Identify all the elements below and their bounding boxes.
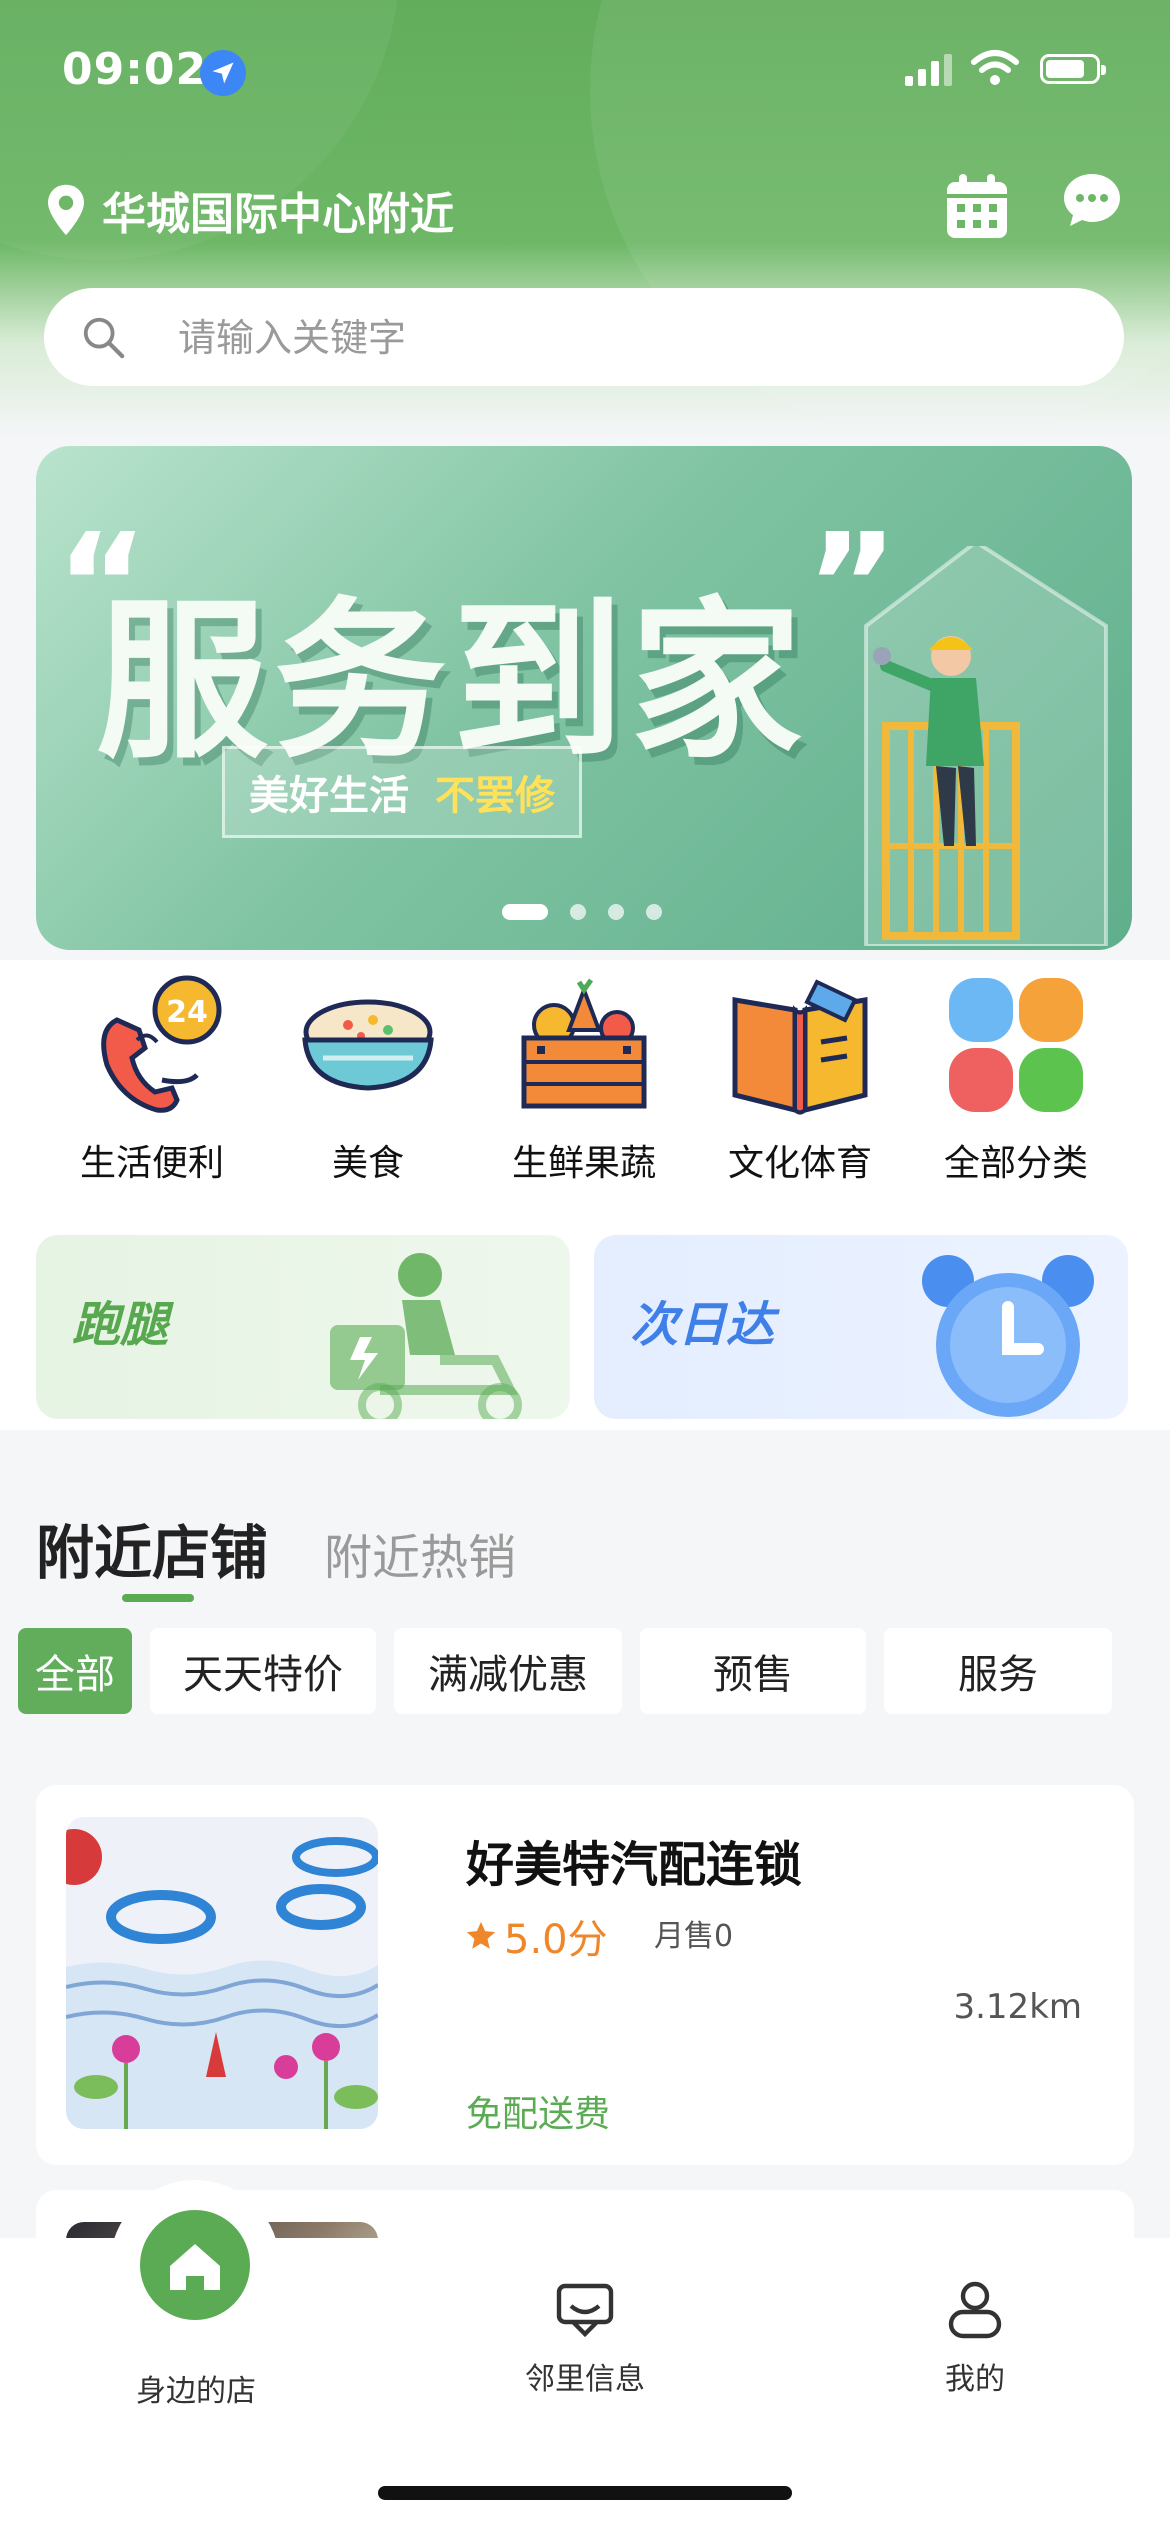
grid-icon: [941, 970, 1091, 1120]
category-life-convenience[interactable]: 24 生活便利: [44, 970, 260, 1186]
category-grid: 24 生活便利 美食 生鲜果蔬 文化体育 全部分类: [0, 960, 1170, 1200]
banner-dot[interactable]: [570, 904, 586, 920]
nav-label: 身边的店: [136, 2374, 256, 2409]
category-label: 生鲜果蔬: [511, 1143, 656, 1184]
chat-bubble-icon[interactable]: [1062, 170, 1122, 234]
svg-text:24: 24: [166, 995, 208, 1030]
banner-pagination: [502, 904, 662, 920]
banner-dot[interactable]: [646, 904, 662, 920]
wifi-icon: [970, 48, 1020, 92]
banner-tag: 美好生活 不罢修: [222, 746, 582, 838]
next-day-delivery-card[interactable]: 次日达: [594, 1235, 1128, 1419]
user-icon: [948, 2281, 1002, 2339]
cellular-signal-icon: [905, 52, 957, 92]
search-bar[interactable]: [44, 288, 1124, 386]
star-icon: [466, 1921, 496, 1949]
alarm-clock-icon: [922, 1255, 1094, 1417]
category-fresh-produce[interactable]: 生鲜果蔬: [476, 970, 692, 1186]
battery-icon: [1040, 54, 1106, 84]
repair-worker-house-illustration: [864, 546, 1108, 946]
vegetable-crate-icon: [509, 970, 659, 1120]
category-all[interactable]: 全部分类: [908, 970, 1124, 1186]
status-bar: 09:02: [0, 0, 1170, 140]
search-icon: [80, 314, 126, 364]
active-tab-indicator: [122, 1594, 194, 1602]
location-services-icon: [200, 50, 246, 96]
tab-nearby-hot-sales[interactable]: 附近热销: [324, 1518, 516, 1588]
nav-label: 邻里信息: [525, 2362, 645, 2397]
search-input[interactable]: [176, 306, 1060, 370]
store-name: 好美特汽配连锁: [466, 1837, 803, 1893]
promo-banner[interactable]: “ 服务到家 ” 美好生活 不罢修: [36, 446, 1132, 950]
banner-dot[interactable]: [608, 904, 624, 920]
home-icon[interactable]: [140, 2210, 250, 2320]
store-rating: 5.0分: [464, 1907, 608, 1965]
filter-all[interactable]: 全部: [18, 1628, 132, 1714]
filter-discount[interactable]: 满减优惠: [394, 1628, 622, 1714]
location-pin-icon: [48, 184, 84, 236]
banner-tag-left: 美好生活: [249, 773, 409, 819]
store-thumbnail: [66, 1817, 378, 2129]
nav-neighborhood-info[interactable]: 邻里信息: [435, 2278, 735, 2398]
calendar-icon[interactable]: [945, 172, 1009, 244]
errand-title: 跑腿: [72, 1297, 169, 1353]
nav-my-profile[interactable]: 我的: [825, 2278, 1125, 2398]
category-food[interactable]: 美食: [260, 970, 476, 1186]
store-distance: 3.12km: [953, 1987, 1082, 2027]
filter-chips: 全部 天天特价 满减优惠 预售 服务: [18, 1628, 1112, 1714]
category-label: 全部分类: [943, 1143, 1088, 1184]
tab-nearby-stores[interactable]: 附近店铺: [36, 1506, 268, 1590]
category-culture-sports[interactable]: 文化体育: [692, 970, 908, 1186]
nav-label: 我的: [945, 2362, 1005, 2397]
location-text: 华城国际中心附近: [102, 189, 454, 240]
location-selector[interactable]: 华城国际中心附近: [44, 175, 454, 245]
errand-service-card[interactable]: 跑腿: [36, 1235, 570, 1419]
banner-tag-right: 不罢修: [435, 773, 555, 819]
store-card[interactable]: 好美特汽配连锁 5.0分 月售0 3.12km 免配送费: [36, 1785, 1134, 2165]
status-time: 09:02: [62, 44, 208, 95]
delivery-rider-icon: [330, 1253, 522, 1419]
category-label: 文化体育: [727, 1143, 872, 1184]
filter-daily-special[interactable]: 天天特价: [150, 1628, 376, 1714]
filter-service[interactable]: 服务: [884, 1628, 1112, 1714]
monthly-sales: 月售0: [654, 1919, 734, 1954]
book-icon: [725, 970, 875, 1120]
rating-value: 5.0分: [504, 1917, 608, 1963]
next-day-title: 次日达: [630, 1297, 775, 1353]
category-label: 美食: [331, 1143, 404, 1184]
home-indicator: [378, 2486, 792, 2500]
filter-presale[interactable]: 预售: [640, 1628, 866, 1714]
category-label: 生活便利: [79, 1143, 224, 1184]
message-board-icon: [556, 2283, 614, 2338]
banner-dot-active[interactable]: [502, 904, 548, 920]
phone-24-icon: 24: [77, 970, 227, 1120]
food-bowl-icon: [293, 970, 443, 1120]
nav-nearby-stores[interactable]: 身边的店: [46, 2358, 346, 2410]
delivery-fee-label: 免配送费: [466, 2094, 611, 2135]
